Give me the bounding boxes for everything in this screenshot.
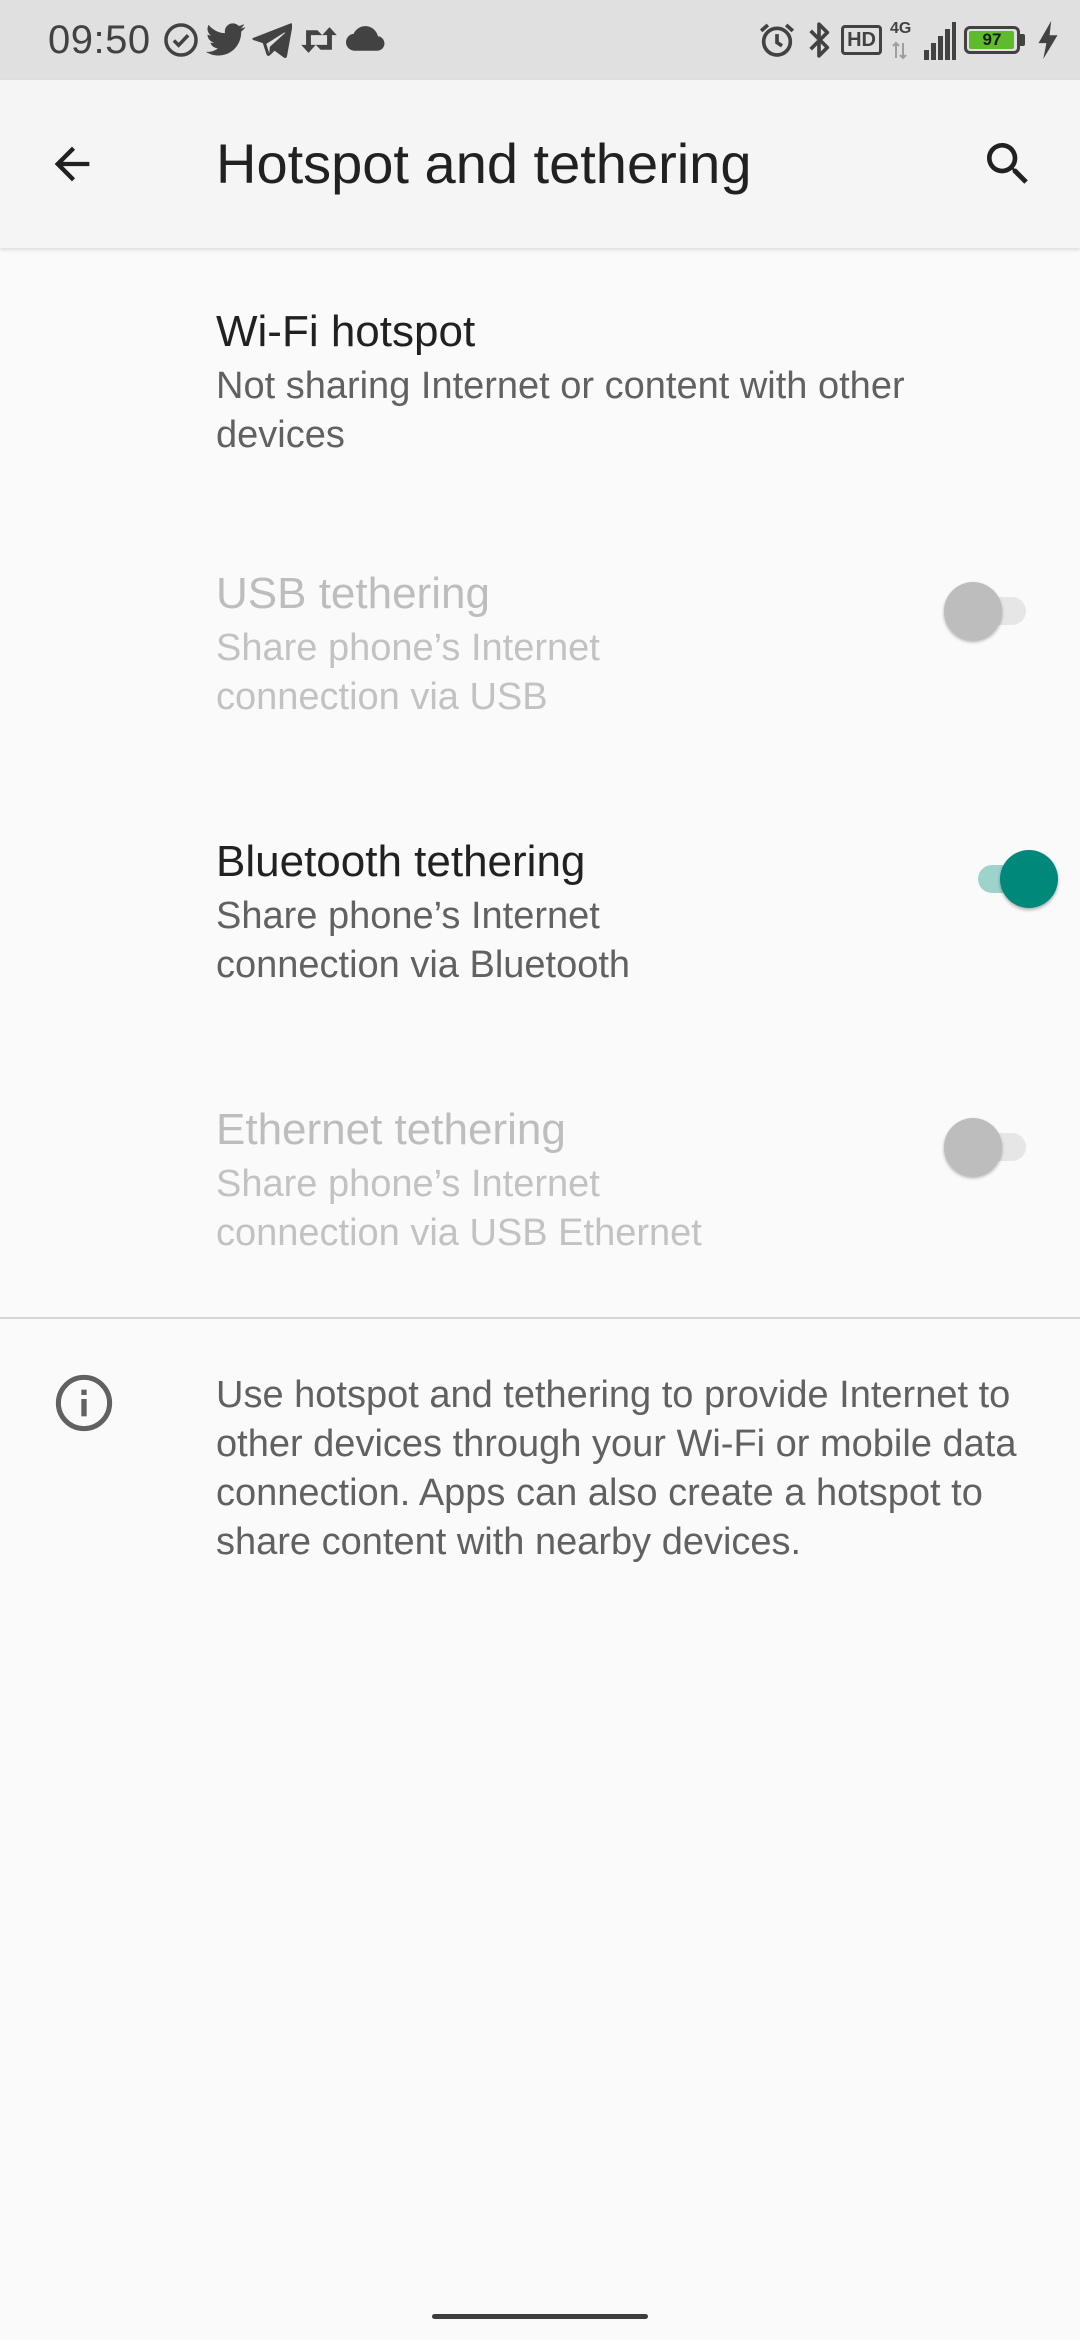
- cloud-icon: [346, 25, 386, 55]
- info-text: Use hotspot and tethering to provide Int…: [216, 1374, 1017, 1563]
- switch-thumb: [1000, 850, 1058, 908]
- twitter-icon: [206, 22, 246, 58]
- pref-text: Ethernet tethering Share phone’s Interne…: [216, 1102, 996, 1258]
- switch-thumb: [944, 1118, 1002, 1176]
- ethernet-tethering-switch: [944, 1112, 1028, 1182]
- status-time: 09:50: [48, 18, 151, 62]
- pref-ethernet-tethering: Ethernet tethering Share phone’s Interne…: [0, 1048, 1080, 1316]
- search-button[interactable]: [970, 126, 1046, 202]
- hd-icon: HD: [841, 25, 882, 55]
- charging-icon: [1038, 21, 1058, 59]
- battery-level: 97: [982, 30, 1002, 49]
- system-icons: HD 4G 97: [757, 18, 1058, 62]
- usb-tethering-switch: [944, 576, 1028, 646]
- app-bar: Hotspot and tethering: [0, 80, 1080, 248]
- battery-icon: 97: [964, 23, 1030, 57]
- check-circle-icon: [162, 21, 200, 59]
- back-button[interactable]: [34, 126, 110, 202]
- pref-summary: Not sharing Internet or content with oth…: [216, 365, 905, 456]
- bluetooth-tethering-switch[interactable]: [966, 844, 1058, 914]
- pref-summary: Share phone’s Internet connection via US…: [216, 1163, 702, 1254]
- page-title: Hotspot and tethering: [216, 132, 752, 195]
- bluetooth-icon: [805, 20, 833, 60]
- divider: [0, 1317, 1080, 1319]
- pref-summary: Share phone’s Internet connection via Bl…: [216, 895, 631, 986]
- signal-icon: [924, 20, 956, 60]
- telegram-icon: [252, 22, 292, 58]
- pref-summary: Share phone’s Internet connection via US…: [216, 627, 600, 718]
- notification-icons: [162, 18, 386, 62]
- pref-text: Bluetooth tethering Share phone’s Intern…: [216, 834, 996, 990]
- pref-usb-tethering: USB tethering Share phone’s Internet con…: [0, 512, 1080, 780]
- pref-title: USB tethering: [216, 569, 490, 618]
- pref-text: Wi-Fi hotspot Not sharing Internet or co…: [216, 304, 996, 460]
- gesture-navigation-bar[interactable]: [432, 2314, 648, 2319]
- pref-title: Bluetooth tethering: [216, 837, 586, 886]
- search-icon: [987, 143, 1028, 184]
- data-arrows-icon: [892, 41, 907, 60]
- status-bar: 09:50 HD 4G 97: [0, 0, 1080, 80]
- alarm-icon: [757, 20, 797, 60]
- switch-thumb: [944, 582, 1002, 640]
- pref-text: USB tethering Share phone’s Internet con…: [216, 566, 996, 722]
- pref-bluetooth-tethering[interactable]: Bluetooth tethering Share phone’s Intern…: [0, 780, 1080, 1048]
- battery-tip: [1020, 34, 1025, 46]
- arrow-back-icon: [54, 146, 90, 182]
- pref-title: Wi-Fi hotspot: [216, 307, 476, 356]
- preference-list: Wi-Fi hotspot Not sharing Internet or co…: [0, 250, 1080, 1316]
- battery-body: 97: [964, 26, 1020, 54]
- retweet-icon: [298, 23, 340, 57]
- settings-screen: 09:50 HD 4G 97 Hotspot and tethering Wi-…: [0, 0, 1080, 2340]
- pref-wifi-hotspot[interactable]: Wi-Fi hotspot Not sharing Internet or co…: [0, 250, 1080, 512]
- network-type: 4G: [890, 20, 916, 60]
- info-icon: [55, 1374, 113, 1432]
- pref-title: Ethernet tethering: [216, 1105, 566, 1154]
